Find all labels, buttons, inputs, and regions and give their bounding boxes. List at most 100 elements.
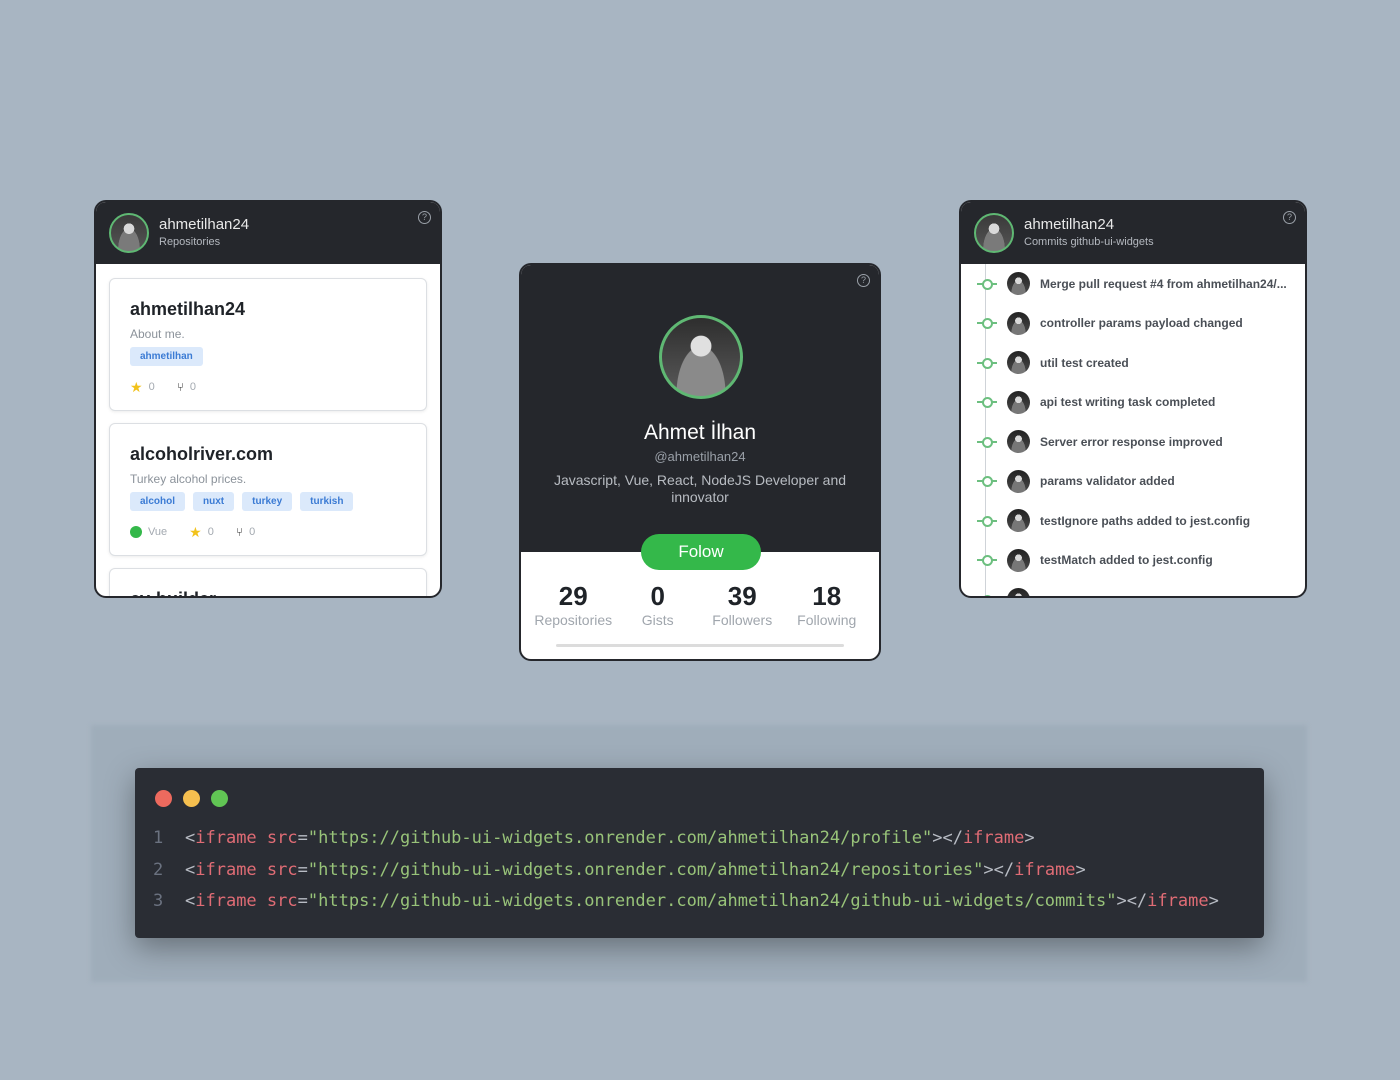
commit-avatar xyxy=(1007,588,1030,596)
profile-header: ? Ahmet İlhan @ahmetilhan24 Javascript, … xyxy=(521,265,879,552)
line-number: 2 xyxy=(153,859,164,880)
profile-handle[interactable]: @ahmetilhan24 xyxy=(521,449,879,464)
commit-node-icon xyxy=(977,278,997,290)
commit-message: controller params payload changed xyxy=(1040,316,1243,331)
profile-avatar[interactable] xyxy=(659,315,743,399)
star-icon: ★ xyxy=(130,379,143,395)
code-token: src xyxy=(266,859,298,880)
repo-name[interactable]: cv-builder xyxy=(130,587,406,596)
commits-widget: ahmetilhan24 Commits github-ui-widgets ?… xyxy=(959,200,1307,598)
avatar[interactable] xyxy=(974,213,1014,253)
commit-message: util test created xyxy=(1040,355,1129,370)
repo-description: Turkey alcohol prices. xyxy=(130,472,247,486)
fork-icon: ⑂ xyxy=(176,380,184,394)
stat-following[interactable]: 18 Following xyxy=(787,582,867,628)
commit-avatar xyxy=(1007,509,1030,533)
star-count: 0 xyxy=(207,526,214,538)
commit-node-icon xyxy=(977,555,997,567)
follow-button[interactable]: Folow xyxy=(641,534,761,570)
code-token: iframe xyxy=(1147,891,1209,911)
code-lines: 1 < iframe src = "https://github-ui-widgets.… xyxy=(153,826,1219,921)
stat-value: 18 xyxy=(812,581,842,611)
commit-item[interactable]: controller params payload changed xyxy=(961,304,1305,344)
horizontal-scrollbar[interactable] xyxy=(556,644,844,647)
repo-tag[interactable]: turkey xyxy=(242,492,293,511)
stat-value: 0 xyxy=(650,581,665,611)
code-token: > xyxy=(1024,828,1035,848)
code-token: src xyxy=(266,828,298,848)
code-token: = xyxy=(297,891,308,911)
stat-repositories[interactable]: 29 Repositories xyxy=(533,582,613,628)
stat-label: Repositories xyxy=(534,612,613,628)
commit-item[interactable]: Merge pull request #4 from ahmetilhan24/… xyxy=(961,264,1305,304)
code-token: ></ xyxy=(983,859,1015,880)
code-token: < xyxy=(185,859,196,880)
commit-item[interactable]: testMatch added to jest.config xyxy=(961,541,1305,581)
minimize-dot-icon[interactable] xyxy=(183,790,200,807)
commit-item[interactable] xyxy=(961,580,1305,596)
commit-node-icon xyxy=(977,476,997,488)
repo-card[interactable]: cv-builder xyxy=(109,568,427,596)
code-token: iframe xyxy=(962,828,1025,848)
stat-followers[interactable]: 39 Followers xyxy=(702,582,782,628)
repositories-widget: ahmetilhan24 Repositories ? ahmetilhan24… xyxy=(94,200,442,598)
question-circle-icon[interactable]: ? xyxy=(857,274,870,287)
header-username[interactable]: ahmetilhan24 xyxy=(159,216,249,234)
code-line: 3 < iframe src = "https://github-ui-widgets.… xyxy=(153,889,1219,921)
code-token: > xyxy=(1208,891,1219,911)
commit-node-icon xyxy=(977,397,997,409)
code-token: < xyxy=(185,828,196,848)
maximize-dot-icon[interactable] xyxy=(211,790,228,807)
code-token: "https://github-ui-widgets.onrender.com/… xyxy=(307,859,984,880)
star-count: 0 xyxy=(148,381,155,393)
profile-name: Ahmet İlhan xyxy=(643,421,757,444)
commits-header: ahmetilhan24 Commits github-ui-widgets ? xyxy=(961,202,1305,264)
code-token: = xyxy=(297,859,308,880)
commit-item[interactable]: util test created xyxy=(961,343,1305,383)
stat-value: 39 xyxy=(727,581,757,611)
code-token: src xyxy=(266,891,298,911)
profile-bio: Javascript, Vue, React, NodeJS Developer… xyxy=(553,472,847,505)
commit-item[interactable]: api test writing task completed xyxy=(961,383,1305,423)
repo-description: About me. xyxy=(130,327,185,341)
code-token: ></ xyxy=(1116,891,1148,911)
code-token: iframe xyxy=(195,891,257,911)
question-circle-icon[interactable]: ? xyxy=(1283,211,1296,224)
repo-tag[interactable]: ahmetilhan xyxy=(130,347,203,366)
close-dot-icon[interactable] xyxy=(155,790,172,807)
repo-name[interactable]: ahmetilhan24 xyxy=(130,297,406,321)
commit-node-icon xyxy=(977,436,997,448)
code-token: < xyxy=(185,891,196,911)
commit-message: api test writing task completed xyxy=(1040,395,1216,410)
repo-tag[interactable]: nuxt xyxy=(193,492,235,511)
header-username[interactable]: ahmetilhan24 xyxy=(1024,216,1154,234)
commit-message: testIgnore paths added to jest.config xyxy=(1040,513,1251,528)
stat-label: Gists xyxy=(641,612,674,628)
line-number: 1 xyxy=(153,828,164,848)
code-window: 1 < iframe src = "https://github-ui-widgets.… xyxy=(135,768,1264,938)
stat-value: 29 xyxy=(558,581,588,611)
repo-card[interactable]: alcoholriver.com Turkey alcohol prices. … xyxy=(109,423,427,556)
code-token: = xyxy=(297,828,308,848)
commit-avatar xyxy=(1007,390,1030,414)
commit-item[interactable]: testIgnore paths added to jest.config xyxy=(961,501,1305,541)
stat-label: Followers xyxy=(712,612,773,628)
commit-avatar xyxy=(1007,311,1030,335)
code-token: > xyxy=(1075,859,1086,880)
fork-count: 0 xyxy=(249,526,256,538)
window-controls xyxy=(155,790,228,807)
stat-gists[interactable]: 0 Gists xyxy=(618,582,698,628)
commit-item[interactable]: params validator added xyxy=(961,462,1305,502)
repo-name[interactable]: alcoholriver.com xyxy=(130,442,406,466)
repo-card[interactable]: ahmetilhan24 About me. ahmetilhan ★ 0 ⑂ … xyxy=(109,278,427,411)
commit-message: params validator added xyxy=(1040,474,1175,489)
question-circle-icon[interactable]: ? xyxy=(418,211,431,224)
commit-message: testMatch added to jest.config xyxy=(1040,553,1213,568)
repo-tag[interactable]: turkish xyxy=(300,492,354,511)
commit-avatar xyxy=(1007,351,1030,375)
avatar[interactable] xyxy=(109,213,149,253)
header-subtitle: Repositories xyxy=(159,236,221,248)
repo-tag[interactable]: alcohol xyxy=(130,492,186,511)
commit-item[interactable]: Server error response improved xyxy=(961,422,1305,462)
repo-list: ahmetilhan24 About me. ahmetilhan ★ 0 ⑂ … xyxy=(96,264,440,596)
